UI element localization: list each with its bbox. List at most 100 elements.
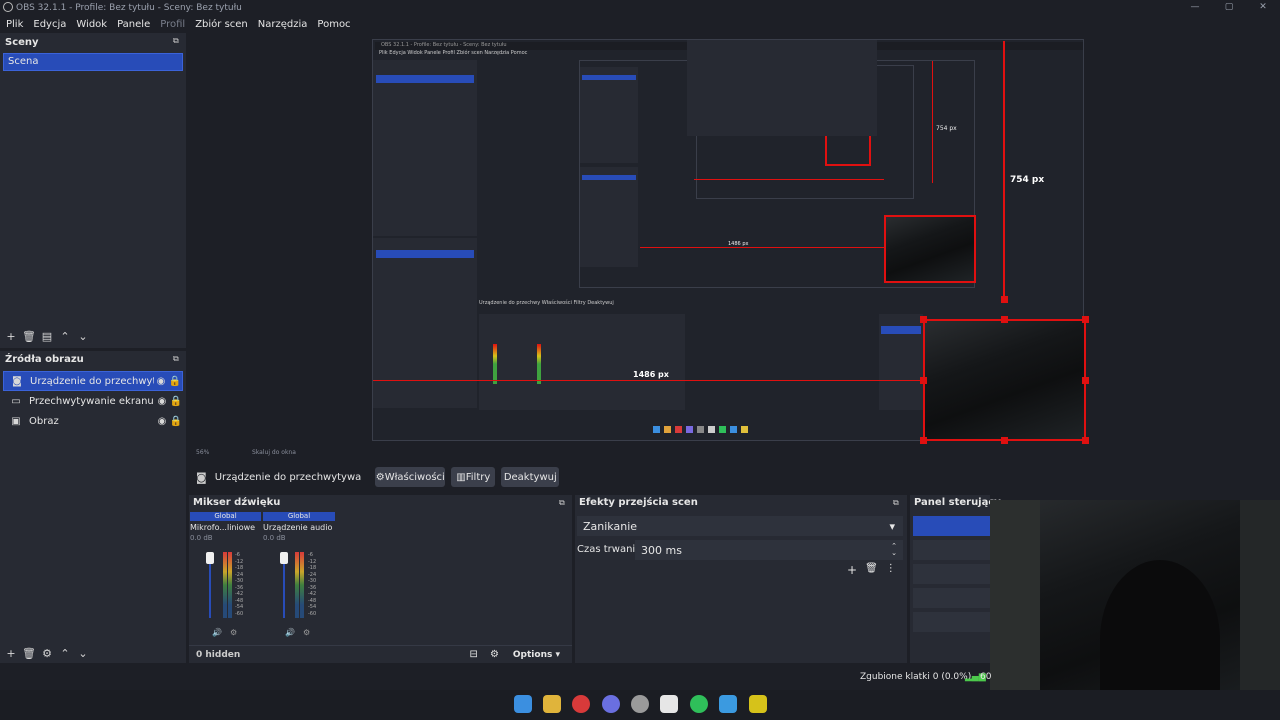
discord-icon[interactable] — [602, 695, 620, 713]
app-icon[interactable] — [749, 695, 767, 713]
scene-item[interactable]: Scena — [3, 53, 183, 71]
volume-slider-handle[interactable] — [280, 552, 288, 564]
file-explorer-icon[interactable] — [543, 695, 561, 713]
webcam-source-bbox[interactable] — [923, 319, 1086, 441]
mute-speaker-icon[interactable]: 🔊 — [212, 628, 222, 637]
bbox-handle[interactable] — [1001, 437, 1008, 444]
fps-status: 60 — [980, 672, 992, 682]
source-context-bar: ◙ Urządzenie do przechwytywa ⚙ Właściwośc… — [190, 466, 1280, 488]
app-icon[interactable] — [719, 695, 737, 713]
bbox-handle[interactable] — [1001, 316, 1008, 323]
bbox-handle[interactable] — [1082, 316, 1089, 323]
move-down-icon[interactable]: ⌄ — [74, 330, 92, 343]
channel-name[interactable]: Urządzenie audio — [263, 523, 335, 532]
start-recording-button[interactable] — [913, 540, 990, 560]
advanced-audio-icon[interactable]: ⚙ — [490, 649, 499, 660]
scene-filters-icon[interactable]: ▤ — [38, 330, 56, 343]
lock-icon[interactable]: 🔒 — [168, 376, 182, 387]
menu-view[interactable]: Widok — [76, 19, 107, 30]
nested-webcam — [884, 215, 976, 283]
menu-tools[interactable]: Narzędzia — [258, 19, 308, 30]
undock-icon[interactable]: ⧉ — [173, 354, 179, 364]
volume-slider-handle[interactable] — [206, 552, 214, 564]
menu-help[interactable]: Pomoc — [317, 19, 350, 30]
add-source-icon[interactable]: + — [2, 647, 20, 660]
preview-canvas[interactable]: OBS 32.1.1 - Profile: Bez tytułu - Sceny… — [190, 33, 1280, 456]
visibility-eye-icon[interactable]: ◉ — [154, 376, 168, 387]
bbox-handle[interactable] — [920, 377, 927, 384]
visibility-eye-icon[interactable]: ◉ — [155, 396, 169, 407]
filters-button[interactable]: ▥ Filtry — [451, 467, 496, 487]
scale-to-window[interactable]: Skaluj do okna — [252, 449, 296, 456]
duration-label: Czas trwania — [577, 544, 642, 555]
captured-context-bar: Urządzenie do przechwy Właściwości Filtr… — [479, 300, 614, 306]
add-scene-icon[interactable]: + — [2, 330, 20, 343]
bbox-handle[interactable] — [920, 316, 927, 323]
close-button[interactable]: ✕ — [1246, 0, 1280, 16]
menu-profile[interactable]: Profil — [160, 19, 185, 30]
move-up-icon[interactable]: ⌃ — [56, 330, 74, 343]
mixer-layout-icon[interactable]: ⊟ — [470, 649, 478, 660]
bbox-handle[interactable] — [920, 437, 927, 444]
meter-scale-tick: -60 — [235, 610, 244, 617]
spin-arrows-icon[interactable]: ⌃ ⌄ — [891, 543, 897, 557]
visibility-eye-icon[interactable]: ◉ — [155, 416, 169, 427]
meter-scale-tick: -42 — [308, 591, 317, 597]
options-dropdown[interactable]: Options ▾ — [513, 650, 560, 660]
menu-scene-collection[interactable]: Zbiór scen — [195, 19, 248, 30]
undock-icon[interactable]: ⧉ — [893, 498, 899, 508]
channel-name[interactable]: Mikrofo...liniowe — [190, 523, 261, 532]
captured-mixer — [479, 314, 685, 410]
chevron-down-icon: ▾ — [889, 519, 895, 533]
undock-icon[interactable]: ⧉ — [559, 498, 565, 508]
meter-scale-tick: -42 — [235, 591, 244, 597]
remove-scene-icon[interactable]: 🗑 — [20, 330, 38, 343]
properties-button[interactable]: ⚙ Właściwości — [375, 467, 446, 487]
controls-title: Panel sterujący — [914, 497, 1001, 508]
maximize-button[interactable]: ▢ — [1212, 0, 1246, 16]
capcut-icon[interactable] — [660, 695, 678, 713]
add-transition-icon[interactable]: + — [847, 563, 857, 577]
meter-scale-tick: -18 — [308, 565, 317, 571]
nested-scenes — [580, 67, 638, 163]
menu-docks[interactable]: Panele — [117, 19, 150, 30]
source-item[interactable]: ▣ Obraz ◉ 🔒 — [3, 411, 183, 431]
duration-spinbox[interactable]: 300 ms ⌃ ⌄ — [635, 540, 903, 560]
nested-marker-vline — [932, 61, 933, 183]
undock-icon[interactable]: ⧉ — [173, 36, 179, 46]
obs-taskbar-icon[interactable] — [631, 695, 649, 713]
source-properties-icon[interactable]: ⚙ — [38, 647, 56, 660]
channel-settings-icon[interactable]: ⚙ — [303, 628, 310, 637]
menu-file[interactable]: Plik — [6, 19, 23, 30]
studio-mode-button[interactable] — [913, 588, 990, 608]
more-options-icon[interactable]: ⋮ — [886, 563, 896, 577]
duration-value: 300 ms — [641, 543, 682, 557]
remove-transition-icon[interactable]: 🗑 — [865, 563, 878, 577]
move-up-icon[interactable]: ⌃ — [56, 647, 74, 660]
scenes-title: Sceny — [5, 37, 39, 48]
bbox-handle[interactable] — [1082, 377, 1089, 384]
transition-select[interactable]: Zanikanie ▾ — [577, 516, 903, 536]
spotify-icon[interactable] — [690, 695, 708, 713]
move-down-icon[interactable]: ⌄ — [74, 647, 92, 660]
start-streaming-button[interactable] — [913, 516, 990, 536]
minimize-button[interactable]: — — [1178, 0, 1212, 16]
virtual-camera-button[interactable] — [913, 564, 990, 584]
windows-start-icon[interactable] — [514, 695, 532, 713]
lock-icon[interactable]: 🔒 — [169, 416, 183, 427]
mute-speaker-icon[interactable]: 🔊 — [285, 628, 295, 637]
remove-source-icon[interactable]: 🗑 — [20, 647, 38, 660]
source-name: Obraz — [29, 415, 59, 427]
source-item[interactable]: ◙ Urządzenie do przechwytywan ◉ 🔒 — [3, 371, 183, 391]
scenes-dock: Sceny ⧉ Scena + 🗑 ▤ ⌃ ⌄ — [0, 33, 186, 348]
source-item[interactable]: ▭ Przechwytywanie ekranu ◉ 🔒 — [3, 391, 183, 411]
deactivate-button[interactable]: Deaktywuj — [501, 467, 560, 487]
settings-button[interactable] — [913, 612, 990, 632]
captured-sources — [373, 238, 477, 408]
menu-edit[interactable]: Edycja — [33, 19, 66, 30]
opera-icon[interactable] — [572, 695, 590, 713]
options-label: Options — [512, 649, 553, 660]
channel-settings-icon[interactable]: ⚙ — [230, 628, 237, 637]
bbox-handle[interactable] — [1082, 437, 1089, 444]
lock-icon[interactable]: 🔒 — [169, 396, 183, 407]
